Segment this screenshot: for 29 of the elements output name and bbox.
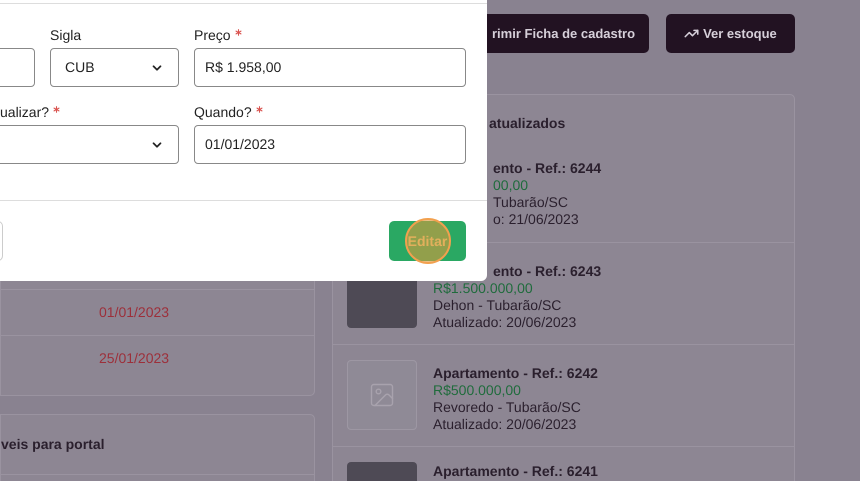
header-button[interactable]: Ver estoque	[666, 14, 795, 53]
property-updated: Atualizado: 20/06/2023	[433, 416, 578, 433]
property-title: ento - Ref.: 6244	[493, 160, 602, 177]
property-price: 00,00	[493, 177, 530, 194]
property-price: R$1.500.000,00	[433, 280, 534, 297]
date-text: 25/01/2023	[99, 349, 170, 368]
field-label: ualizar?	[0, 102, 50, 122]
field-label: Preço	[194, 26, 231, 45]
property-updated: Atualizado: 20/06/2023	[433, 314, 578, 331]
property-title: ento - Ref.: 6243	[493, 263, 602, 280]
select-field[interactable]: CUB	[50, 48, 179, 87]
image-icon	[368, 381, 396, 409]
property-updated: o: 21/06/2023	[493, 211, 580, 228]
property-price: R$500.000,00	[433, 382, 522, 399]
property-location: Tubarão/SC	[493, 194, 569, 211]
input-field[interactable]: 01/01/2023	[194, 125, 466, 164]
property-list-item[interactable]: Apartamento - Ref.: 6241	[333, 446, 794, 481]
property-location: Dehon - Tubarão/SC	[433, 297, 562, 314]
click-highlight	[405, 218, 451, 264]
property-location: Revoredo - Tubarão/SC	[433, 399, 582, 416]
property-title: Apartamento - Ref.: 6241	[433, 463, 598, 480]
field-label: Quando?	[194, 102, 252, 122]
input-field[interactable]: R$ 1.958,00	[194, 48, 466, 87]
date-text: 01/01/2023	[99, 303, 170, 322]
card-title: atualizados	[489, 114, 566, 132]
property-title: Apartamento - Ref.: 6242	[433, 365, 598, 382]
property-list-item[interactable]: Apartamento - Ref.: 6242 R$500.000,00 Revoredo - Tubarão/SC Atualizado: 20/06/2023	[333, 344, 794, 446]
card-title: veis para portal	[1, 435, 104, 454]
field-label: Sigla	[50, 26, 82, 45]
